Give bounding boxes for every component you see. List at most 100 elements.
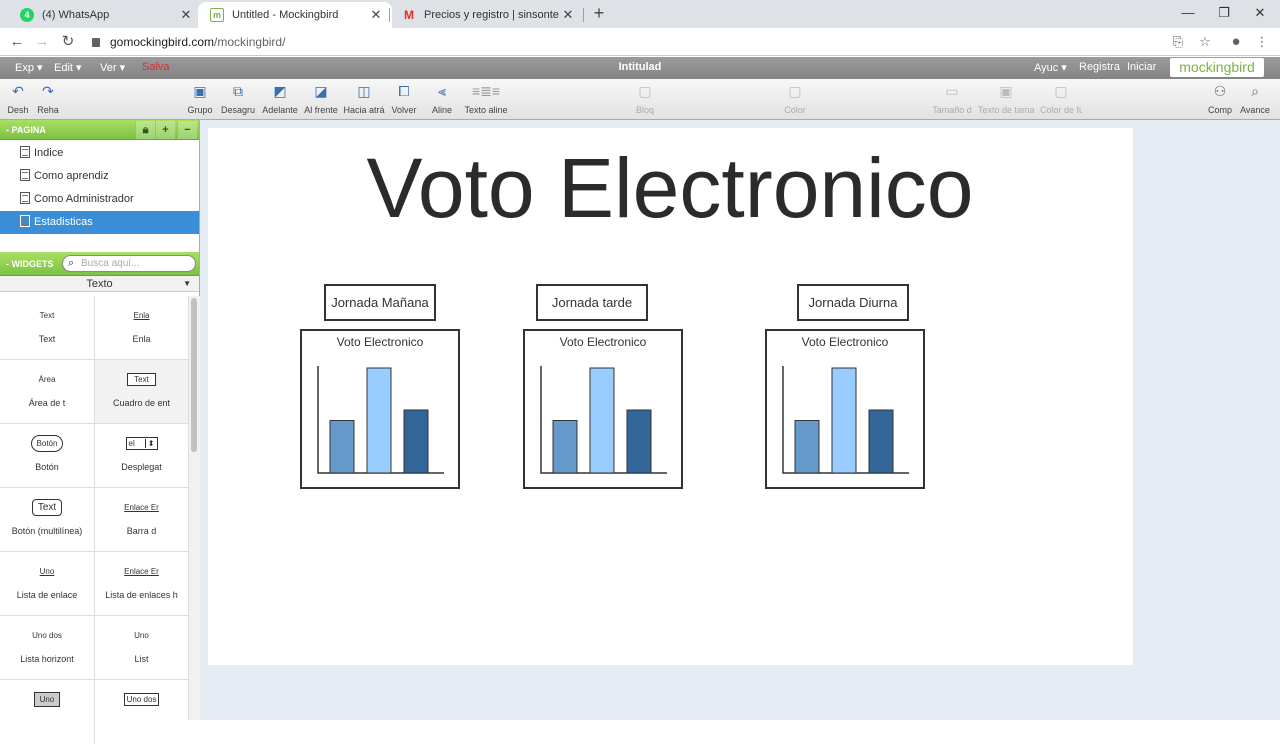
chart-widget-manana[interactable]: Voto Electronico <box>300 329 460 489</box>
widget-preview-box: Uno dos <box>95 680 188 718</box>
pages-header-label: PAGINA <box>11 125 46 135</box>
chart-bar <box>589 367 615 474</box>
mockup-title[interactable]: Voto Electronico <box>0 140 1280 237</box>
chart-widget-diurna[interactable]: Voto Electronico <box>765 329 925 489</box>
reload-icon[interactable]: ↻ <box>58 32 78 52</box>
menu-login[interactable]: Iniciar <box>1127 61 1156 73</box>
send-backward-icon: ◫ <box>357 83 371 99</box>
tab-mockingbird[interactable]: m Untitled - Mockingbird ✕ <box>198 2 392 28</box>
tab-sinsonte[interactable]: M Precios y registro | sinsonte ✕ <box>390 2 584 28</box>
widget-search-input[interactable]: ⌕ Busca aquí... <box>62 255 196 272</box>
forward-arrow-icon[interactable]: → <box>32 32 52 52</box>
scrollbar-thumb[interactable] <box>191 298 197 452</box>
widget-table-list[interactable]: Uno <box>0 680 94 744</box>
menu-edit[interactable]: Edit ▾ <box>54 61 82 74</box>
toolbar: ↶ Desh ↷ Reha ▣ Grupo ⧉ Desagru ◩ Adelante ◪ A… <box>0 79 1280 120</box>
widget-textarea[interactable]: Área Área de t <box>0 360 94 424</box>
lock-page-icon[interactable]: 🔒︎ <box>135 121 155 139</box>
font-color-button[interactable]: ▢ Color de fu <box>1040 83 1082 115</box>
menu-view[interactable]: Ver ▾ <box>100 61 125 74</box>
size-icon: ▭ <box>945 83 959 99</box>
menu-register[interactable]: Registra <box>1079 61 1120 73</box>
color-button[interactable]: ▢ Color <box>780 83 810 115</box>
window-close-icon[interactable]: ✕ <box>1242 0 1278 28</box>
widget-label: Text <box>38 334 56 344</box>
redo-icon: ↷ <box>42 83 54 99</box>
close-icon[interactable]: ✕ <box>368 7 384 23</box>
group-button[interactable]: ▣ Grupo <box>185 83 215 115</box>
label-jornada-diurna[interactable]: Jornada Diurna <box>797 284 909 321</box>
chart-bar <box>329 420 355 474</box>
widget-preview: Uno <box>33 691 61 707</box>
widget-scrollbar[interactable] <box>188 296 200 720</box>
ungroup-button[interactable]: ⧉ Desagru <box>220 83 256 115</box>
widget-preview: Uno <box>134 630 149 640</box>
close-icon[interactable]: ✕ <box>178 7 194 23</box>
bring-to-front-button[interactable]: ◪ Al frente <box>303 83 339 115</box>
widget-label: Botón (multilínea) <box>11 526 83 536</box>
star-icon[interactable]: ☆ <box>1197 34 1213 50</box>
profile-icon[interactable]: ● <box>1228 34 1244 50</box>
chart-widget-tarde[interactable]: Voto Electronico <box>523 329 683 489</box>
close-icon[interactable]: ✕ <box>560 7 576 23</box>
mockingbird-logo[interactable]: mockingbird <box>1170 58 1264 77</box>
kebab-menu-icon[interactable]: ⋮ <box>1254 34 1270 50</box>
advance-button[interactable]: ⌕ Avance <box>1240 83 1270 115</box>
text-size-button[interactable]: ▣ Texto de tama <box>978 83 1034 115</box>
menu-save[interactable]: Salva <box>142 61 170 73</box>
widget-preview: Text <box>127 372 156 386</box>
widget-button[interactable]: Botón Botón <box>0 424 94 488</box>
people-icon: ⚇ <box>1213 83 1227 99</box>
whatsapp-icon: 4 <box>20 8 34 22</box>
text-align-button[interactable]: ≡≣≡ Texto aline <box>462 83 510 115</box>
menu-help[interactable]: Ayuc ▾ <box>1034 61 1067 74</box>
label-jornada-manana[interactable]: Jornada Mañana <box>324 284 436 321</box>
widget-horizontal-list[interactable]: Uno dos Lista horizont <box>0 616 94 680</box>
menu-export[interactable]: Exp ▾ <box>15 61 43 74</box>
lock-tool-icon: ▢ <box>638 83 652 99</box>
pages-collapse-icon[interactable]: - <box>6 125 9 135</box>
widget-horizontal-link-list[interactable]: Enlace Er Lista de enlaces h <box>94 552 188 616</box>
new-tab-plus-icon[interactable]: + <box>588 3 610 25</box>
chart-bar <box>403 409 429 474</box>
url-field[interactable]: gomockingbird.com/mockingbird/ <box>92 32 285 52</box>
widget-search-placeholder: Busca aquí... <box>81 258 140 269</box>
widget-tabs[interactable]: Uno dos <box>94 680 188 744</box>
chart-bar <box>831 367 857 474</box>
widget-link-bar[interactable]: Enlace Er Barra d <box>94 488 188 552</box>
send-backward-button[interactable]: ◫ Hacia atrá <box>343 83 385 115</box>
stepper-icon: ⬍ <box>144 438 155 448</box>
send-to-back-label: Volver <box>391 105 417 115</box>
undo-button[interactable]: ↶ Desh <box>6 83 30 115</box>
remove-page-icon[interactable]: − <box>177 121 197 139</box>
widgets-collapse-icon[interactable]: - <box>6 259 9 269</box>
widget-list[interactable]: Uno List <box>94 616 188 680</box>
widget-link[interactable]: Enla Enla <box>94 296 188 360</box>
widget-text[interactable]: Text Text <box>0 296 94 360</box>
lock-button[interactable]: ▢ Bloq <box>630 83 660 115</box>
widget-text-input[interactable]: Text Cuadro de ent <box>94 360 188 424</box>
translate-icon[interactable]: ⎘ <box>1170 34 1186 50</box>
tab-whatsapp[interactable]: 4 (4) WhatsApp ✕ <box>8 2 202 28</box>
restore-icon[interactable]: ❐ <box>1206 0 1242 28</box>
chart-bar <box>868 409 894 474</box>
align-button[interactable]: ⫷ Aline <box>428 83 456 115</box>
bring-forward-button[interactable]: ◩ Adelante <box>262 83 298 115</box>
size-button[interactable]: ▭ Tamaño d <box>932 83 972 115</box>
widget-label: Lista horizont <box>20 654 74 664</box>
back-arrow-icon[interactable]: ← <box>7 32 27 52</box>
redo-button[interactable]: ↷ Reha <box>35 83 61 115</box>
minimize-icon[interactable]: — <box>1170 0 1206 28</box>
widget-link-list[interactable]: Uno Lista de enlace <box>0 552 94 616</box>
comp-button[interactable]: ⚇ Comp <box>1206 83 1234 115</box>
send-to-back-button[interactable]: ⧠ Volver <box>390 83 418 115</box>
label-jornada-tarde[interactable]: Jornada tarde <box>536 284 648 321</box>
advance-label: Avance <box>1240 105 1270 115</box>
widget-preview: Uno dos <box>32 630 62 640</box>
font-color-label: Color de fu <box>1040 105 1082 115</box>
add-page-icon[interactable]: + <box>155 121 175 139</box>
widget-multiline-button[interactable]: Text Botón (multilínea) <box>0 488 94 552</box>
widget-dropdown[interactable]: el ⬍ Desplegat <box>94 424 188 488</box>
chart-bar <box>366 367 392 474</box>
widget-category-select[interactable]: Texto ▼ <box>0 276 199 292</box>
